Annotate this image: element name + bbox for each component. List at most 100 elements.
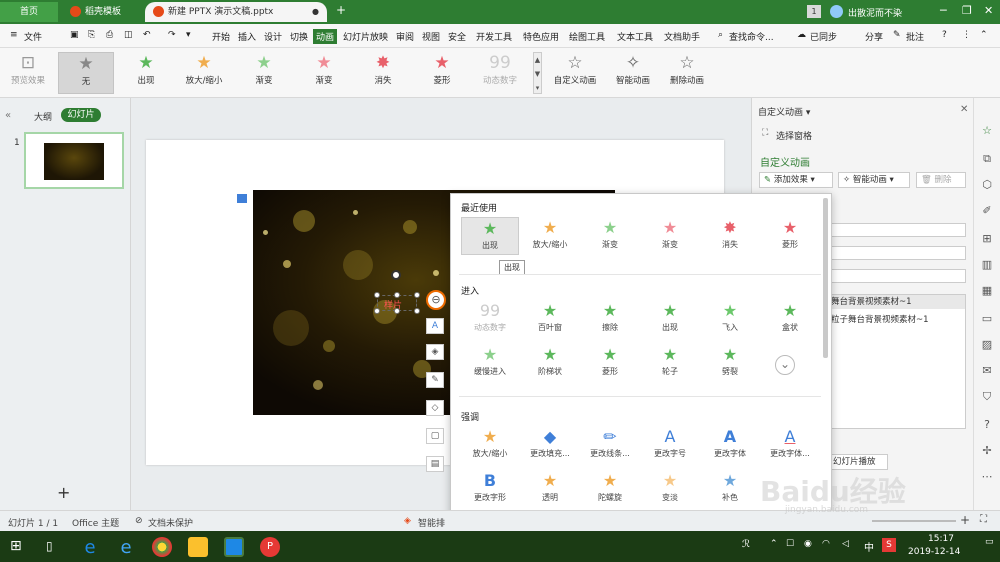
recent-diamond[interactable]: ★ 菱形 xyxy=(761,217,819,255)
collapse-panel-icon[interactable]: « xyxy=(5,110,11,121)
menu-design[interactable]: 设计 xyxy=(264,30,282,43)
emph-change-line[interactable]: ✏ 更改线条... xyxy=(581,426,639,464)
more-dots-icon[interactable]: ⋯ xyxy=(980,470,994,484)
emph-font-style[interactable]: B 更改字形 xyxy=(461,470,519,508)
image-icon[interactable]: ▨ xyxy=(980,338,994,352)
add-effect-button[interactable]: ✎ 添加效果 ▾ xyxy=(759,172,833,188)
mail-icon[interactable]: ✉ xyxy=(980,364,994,378)
fill-icon[interactable]: ◇ xyxy=(426,400,444,416)
enter-appear[interactable]: ★ 出现 xyxy=(641,300,699,338)
file-explorer-icon[interactable] xyxy=(188,537,208,557)
effect-none[interactable]: ★ 无 xyxy=(58,52,114,94)
enter-wipe[interactable]: ★ 擦除 xyxy=(581,300,639,338)
text-wrap-icon[interactable]: ▤ xyxy=(426,456,444,472)
slideshow-play-button[interactable]: 幻灯片播放 xyxy=(828,454,888,470)
menu-developer[interactable]: 开发工具 xyxy=(476,30,512,43)
edge-icon[interactable]: e xyxy=(116,537,136,558)
resize-handle[interactable] xyxy=(374,292,380,298)
search-icon[interactable]: ⌕ xyxy=(718,30,723,40)
menu-animation[interactable]: 动画 xyxy=(313,29,338,44)
select-pane-button[interactable]: 选择窗格 xyxy=(776,129,812,142)
resize-handle[interactable] xyxy=(394,292,400,298)
menu-features[interactable]: 特色应用 xyxy=(523,30,559,43)
notifications-icon[interactable]: ▭ xyxy=(985,537,994,547)
copy-icon[interactable]: ⧉ xyxy=(980,152,994,166)
modify-speed-select[interactable] xyxy=(818,269,966,283)
menu-file[interactable]: 文件 xyxy=(24,30,42,43)
smart-animation-button[interactable]: ✧ 智能动画 xyxy=(608,52,658,94)
slide-thumbnail[interactable] xyxy=(24,132,124,189)
user-name[interactable]: 出散泥而不染 xyxy=(848,6,902,19)
task-view-icon[interactable]: ▯ xyxy=(46,539,53,553)
panel-close-icon[interactable]: ✕ xyxy=(960,104,968,115)
delete-button[interactable]: 🗑 删除 xyxy=(916,172,966,188)
tab-slides[interactable]: 幻灯片 xyxy=(61,108,101,122)
enter-wheel[interactable]: ★ 轮子 xyxy=(641,344,699,382)
pen-icon[interactable]: ✎ xyxy=(426,372,444,388)
sync-status[interactable]: 已同步 xyxy=(810,30,837,43)
effect-appear[interactable]: ★ 出现 xyxy=(120,52,172,94)
menu-review[interactable]: 审阅 xyxy=(396,30,414,43)
emph-font-color[interactable]: A 更改字体... xyxy=(761,426,819,464)
theme-indicator[interactable]: Office 主题 xyxy=(72,516,119,529)
sogou-icon[interactable]: S xyxy=(882,538,896,552)
expand-more-icon[interactable]: ⌄ xyxy=(775,355,795,375)
print-icon[interactable]: ⎙ xyxy=(106,30,113,40)
recent-disappear[interactable]: ✸ 消失 xyxy=(701,217,759,255)
enter-blinds[interactable]: ★ 百叶窗 xyxy=(521,300,579,338)
people-icon[interactable]: ℛ xyxy=(742,539,750,550)
modify-property-select[interactable] xyxy=(818,246,966,260)
chrome-icon[interactable] xyxy=(152,537,172,557)
emph-font[interactable]: A 更改字体 xyxy=(701,426,759,464)
custom-animation-button[interactable]: ☆ 自定义动画 xyxy=(550,52,600,94)
emph-spin[interactable]: ★ 陀螺旋 xyxy=(581,470,639,508)
redo-icon[interactable]: ↷ xyxy=(168,30,176,40)
dropdown-scrollbar[interactable] xyxy=(823,198,828,358)
tab-outline[interactable]: 大纲 xyxy=(34,110,52,123)
resize-handle[interactable] xyxy=(414,308,420,314)
menu-slideshow[interactable]: 幻灯片放映 xyxy=(343,30,388,43)
comment-button[interactable]: 批注 xyxy=(906,30,924,43)
menu-insert[interactable]: 插入 xyxy=(238,30,256,43)
shield-icon[interactable]: ⛉ xyxy=(980,390,994,404)
tab-dot-icon[interactable]: ● xyxy=(312,2,319,22)
clock-date[interactable]: 2019-12-14 xyxy=(908,547,960,557)
enter-slow[interactable]: ★ 缓慢进入 xyxy=(461,344,519,382)
preview-effect-button[interactable]: ⊡ 预览效果 xyxy=(2,52,54,94)
emph-transparent[interactable]: ★ 透明 xyxy=(521,470,579,508)
more-options-icon[interactable]: ⋮ xyxy=(962,30,971,40)
effect-dynamic-number[interactable]: 99 动态数字 xyxy=(474,52,526,94)
minus-circle-icon[interactable]: ⊖ xyxy=(426,290,446,310)
animation-marker-icon[interactable] xyxy=(237,194,247,203)
hamburger-icon[interactable]: ≡ xyxy=(10,30,18,40)
preview-icon[interactable]: ◫ xyxy=(124,30,133,40)
list-item[interactable]: 粒子舞台背景视频素材~1 xyxy=(831,313,929,325)
layout-icon[interactable]: ▦ xyxy=(980,284,994,298)
wifi-icon[interactable]: ◠ xyxy=(822,539,830,549)
border-icon[interactable]: ▢ xyxy=(426,428,444,444)
recent-zoom[interactable]: ★ 放大/缩小 xyxy=(521,217,579,255)
tab-template[interactable]: 稻壳模板 xyxy=(62,2,140,22)
add-slide-icon[interactable]: + xyxy=(57,483,70,502)
enter-box[interactable]: ★ 盒状 xyxy=(761,300,819,338)
search-input[interactable]: 查找命令... xyxy=(729,30,774,43)
modify-start-select[interactable] xyxy=(818,223,966,237)
network-icon[interactable]: ◉ xyxy=(804,539,812,549)
effect-diamond[interactable]: ★ 菱形 xyxy=(416,52,468,94)
custom-animation-icon[interactable]: ☆ xyxy=(980,124,994,138)
menu-doc-assistant[interactable]: 文档助手 xyxy=(664,30,700,43)
share-button[interactable]: 分享 xyxy=(865,30,883,43)
emph-complement[interactable]: ★ 补色 xyxy=(701,470,759,508)
enter-split[interactable]: ★ 劈裂 xyxy=(701,344,759,382)
resize-handle[interactable] xyxy=(394,308,400,314)
minimize-icon[interactable]: ─ xyxy=(940,4,947,17)
menu-drawing-tools[interactable]: 绘图工具 xyxy=(569,30,605,43)
zoom-slider[interactable] xyxy=(872,520,956,522)
zoom-in-icon[interactable]: + xyxy=(960,513,970,527)
effect-fade-out[interactable]: ★ 渐变 xyxy=(298,52,350,94)
menu-text-tools[interactable]: 文本工具 xyxy=(617,30,653,43)
undo-icon[interactable]: ↶ xyxy=(143,30,151,40)
enter-stairs[interactable]: ★ 阶梯状 xyxy=(521,344,579,382)
layers-icon[interactable]: ◈ xyxy=(426,344,444,360)
emph-font-size[interactable]: A 更改字号 xyxy=(641,426,699,464)
